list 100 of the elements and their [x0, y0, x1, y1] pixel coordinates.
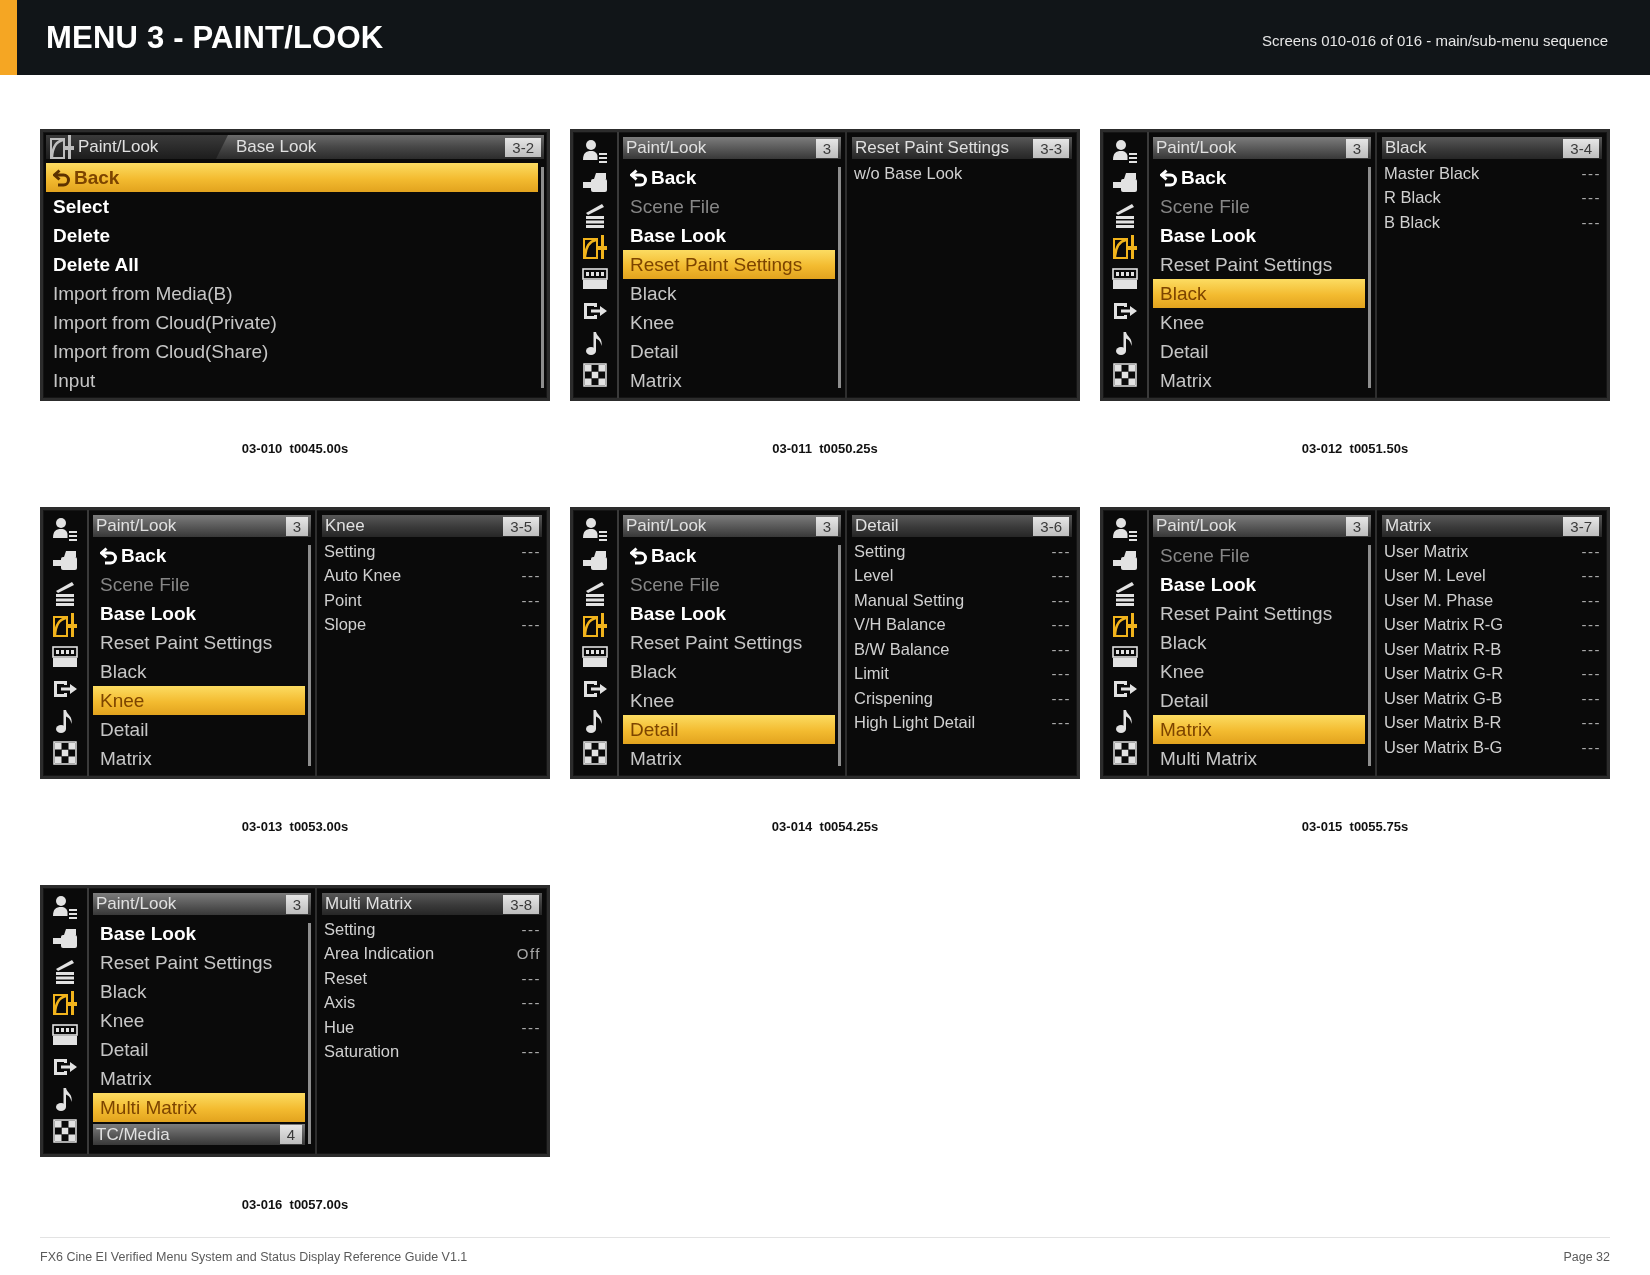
- menu-item[interactable]: Matrix: [1153, 715, 1365, 744]
- curve-slider-icon[interactable]: [51, 612, 79, 638]
- menu-item[interactable]: Back: [623, 541, 835, 570]
- menu-item[interactable]: Black: [93, 657, 305, 686]
- menu-item[interactable]: Import from Media(B): [46, 279, 538, 308]
- checkerboard-icon[interactable]: [51, 740, 79, 766]
- menu-item[interactable]: Matrix: [93, 744, 305, 773]
- submenu-item[interactable]: User Matrix R-B: [1384, 639, 1502, 659]
- curve-slider-icon[interactable]: [581, 612, 609, 638]
- menu-item[interactable]: Back: [1153, 163, 1365, 192]
- submenu-item[interactable]: B/W Balance: [854, 639, 950, 659]
- menu-item[interactable]: Detail: [93, 715, 305, 744]
- submenu-item[interactable]: Slope: [324, 615, 367, 635]
- timecode-display-icon[interactable]: [581, 266, 609, 292]
- menu-item[interactable]: Delete All: [46, 250, 538, 279]
- menu-item[interactable]: Base Look: [1153, 570, 1365, 599]
- timecode-display-icon[interactable]: [1111, 644, 1139, 670]
- timecode-display-icon[interactable]: [51, 1022, 79, 1048]
- menu-item[interactable]: Matrix: [1153, 366, 1365, 395]
- curve-slider-icon[interactable]: [581, 234, 609, 260]
- person-list-icon[interactable]: [51, 516, 79, 542]
- submenu-item[interactable]: V/H Balance: [854, 615, 946, 635]
- submenu-item[interactable]: Limit: [854, 664, 889, 684]
- submenu-item[interactable]: User Matrix B-G: [1384, 737, 1503, 757]
- menu-item[interactable]: Reset Paint Settings: [623, 250, 835, 279]
- menu-item[interactable]: Import from Cloud(Private): [46, 308, 538, 337]
- submenu-item[interactable]: Saturation: [324, 1042, 400, 1062]
- menu-item[interactable]: Base Look: [93, 919, 305, 948]
- submenu-item[interactable]: Setting: [324, 919, 376, 939]
- menu-item[interactable]: Detail: [623, 337, 835, 366]
- person-list-icon[interactable]: [581, 138, 609, 164]
- menu-item[interactable]: Delete: [46, 221, 538, 250]
- submenu-item[interactable]: User Matrix R-G: [1384, 615, 1504, 635]
- checkerboard-icon[interactable]: [581, 362, 609, 388]
- checkerboard-icon[interactable]: [1111, 362, 1139, 388]
- submenu-item[interactable]: R Black: [1384, 188, 1441, 208]
- submenu-item[interactable]: Area Indication: [324, 944, 435, 964]
- curve-slider-icon[interactable]: [1111, 234, 1139, 260]
- menu-item[interactable]: Detail: [1153, 337, 1365, 366]
- menu-item[interactable]: Back: [46, 163, 538, 192]
- curve-slider-icon[interactable]: [1111, 612, 1139, 638]
- menu-item[interactable]: Detail: [623, 715, 835, 744]
- person-list-icon[interactable]: [1111, 138, 1139, 164]
- menu-item[interactable]: Back: [93, 541, 305, 570]
- menu-item[interactable]: Knee: [93, 1006, 305, 1035]
- submenu-item[interactable]: w/o Base Look: [854, 163, 963, 183]
- menu-item[interactable]: Base Look: [623, 599, 835, 628]
- submenu-item[interactable]: Master Black: [1384, 163, 1480, 183]
- menu-item[interactable]: Knee: [623, 308, 835, 337]
- submenu-item[interactable]: Hue: [324, 1017, 355, 1037]
- submenu-item[interactable]: Manual Setting: [854, 590, 965, 610]
- checkerboard-icon[interactable]: [581, 740, 609, 766]
- submenu-item[interactable]: B Black: [1384, 212, 1440, 232]
- timecode-display-icon[interactable]: [51, 644, 79, 670]
- curve-slider-icon[interactable]: [51, 990, 79, 1016]
- menu-item[interactable]: Matrix: [623, 366, 835, 395]
- menu-item[interactable]: Knee: [1153, 308, 1365, 337]
- menu-item[interactable]: Base Look: [1153, 221, 1365, 250]
- menu-item[interactable]: Base Look: [93, 599, 305, 628]
- menu-item[interactable]: Black: [1153, 279, 1365, 308]
- menu-item[interactable]: Base Look: [623, 221, 835, 250]
- menu-item[interactable]: Black: [93, 977, 305, 1006]
- checkerboard-icon[interactable]: [51, 1118, 79, 1144]
- person-list-icon[interactable]: [581, 516, 609, 542]
- submenu-item[interactable]: User Matrix G-B: [1384, 688, 1503, 708]
- submenu-item[interactable]: Axis: [324, 993, 356, 1013]
- menu-item[interactable]: Input: [46, 366, 538, 395]
- menu-item[interactable]: Multi Matrix: [93, 1093, 305, 1122]
- menu-item[interactable]: Detail: [93, 1035, 305, 1064]
- submenu-item[interactable]: User Matrix B-R: [1384, 713, 1502, 733]
- menu-item[interactable]: Black: [623, 657, 835, 686]
- next-menu-header[interactable]: TC/Media 4: [93, 1124, 305, 1145]
- menu-item[interactable]: Black: [1153, 628, 1365, 657]
- checkerboard-icon[interactable]: [1111, 740, 1139, 766]
- menu-item[interactable]: Reset Paint Settings: [1153, 250, 1365, 279]
- menu-item[interactable]: Reset Paint Settings: [623, 628, 835, 657]
- menu-item[interactable]: Matrix: [93, 1064, 305, 1093]
- menu-item[interactable]: Matrix: [623, 744, 835, 773]
- submenu-item[interactable]: Auto Knee: [324, 566, 402, 586]
- submenu-item[interactable]: User Matrix: [1384, 541, 1469, 561]
- submenu-item[interactable]: High Light Detail: [854, 713, 976, 733]
- menu-item[interactable]: Reset Paint Settings: [93, 948, 305, 977]
- menu-item[interactable]: Import from Cloud(Share): [46, 337, 538, 366]
- menu-item[interactable]: Detail: [1153, 686, 1365, 715]
- person-list-icon[interactable]: [51, 894, 79, 920]
- timecode-display-icon[interactable]: [1111, 266, 1139, 292]
- menu-item[interactable]: Select: [46, 192, 538, 221]
- submenu-item[interactable]: User M. Phase: [1384, 590, 1494, 610]
- menu-item[interactable]: Knee: [1153, 657, 1365, 686]
- menu-item[interactable]: Black: [623, 279, 835, 308]
- menu-item[interactable]: Reset Paint Settings: [1153, 599, 1365, 628]
- timecode-display-icon[interactable]: [581, 644, 609, 670]
- submenu-item[interactable]: Reset: [324, 968, 368, 988]
- submenu-item[interactable]: Level: [854, 566, 894, 586]
- menu-item[interactable]: Knee: [93, 686, 305, 715]
- submenu-item[interactable]: Setting: [854, 541, 906, 561]
- submenu-item[interactable]: Setting: [324, 541, 376, 561]
- person-list-icon[interactable]: [1111, 516, 1139, 542]
- menu-item[interactable]: Knee: [623, 686, 835, 715]
- submenu-item[interactable]: User M. Level: [1384, 566, 1486, 586]
